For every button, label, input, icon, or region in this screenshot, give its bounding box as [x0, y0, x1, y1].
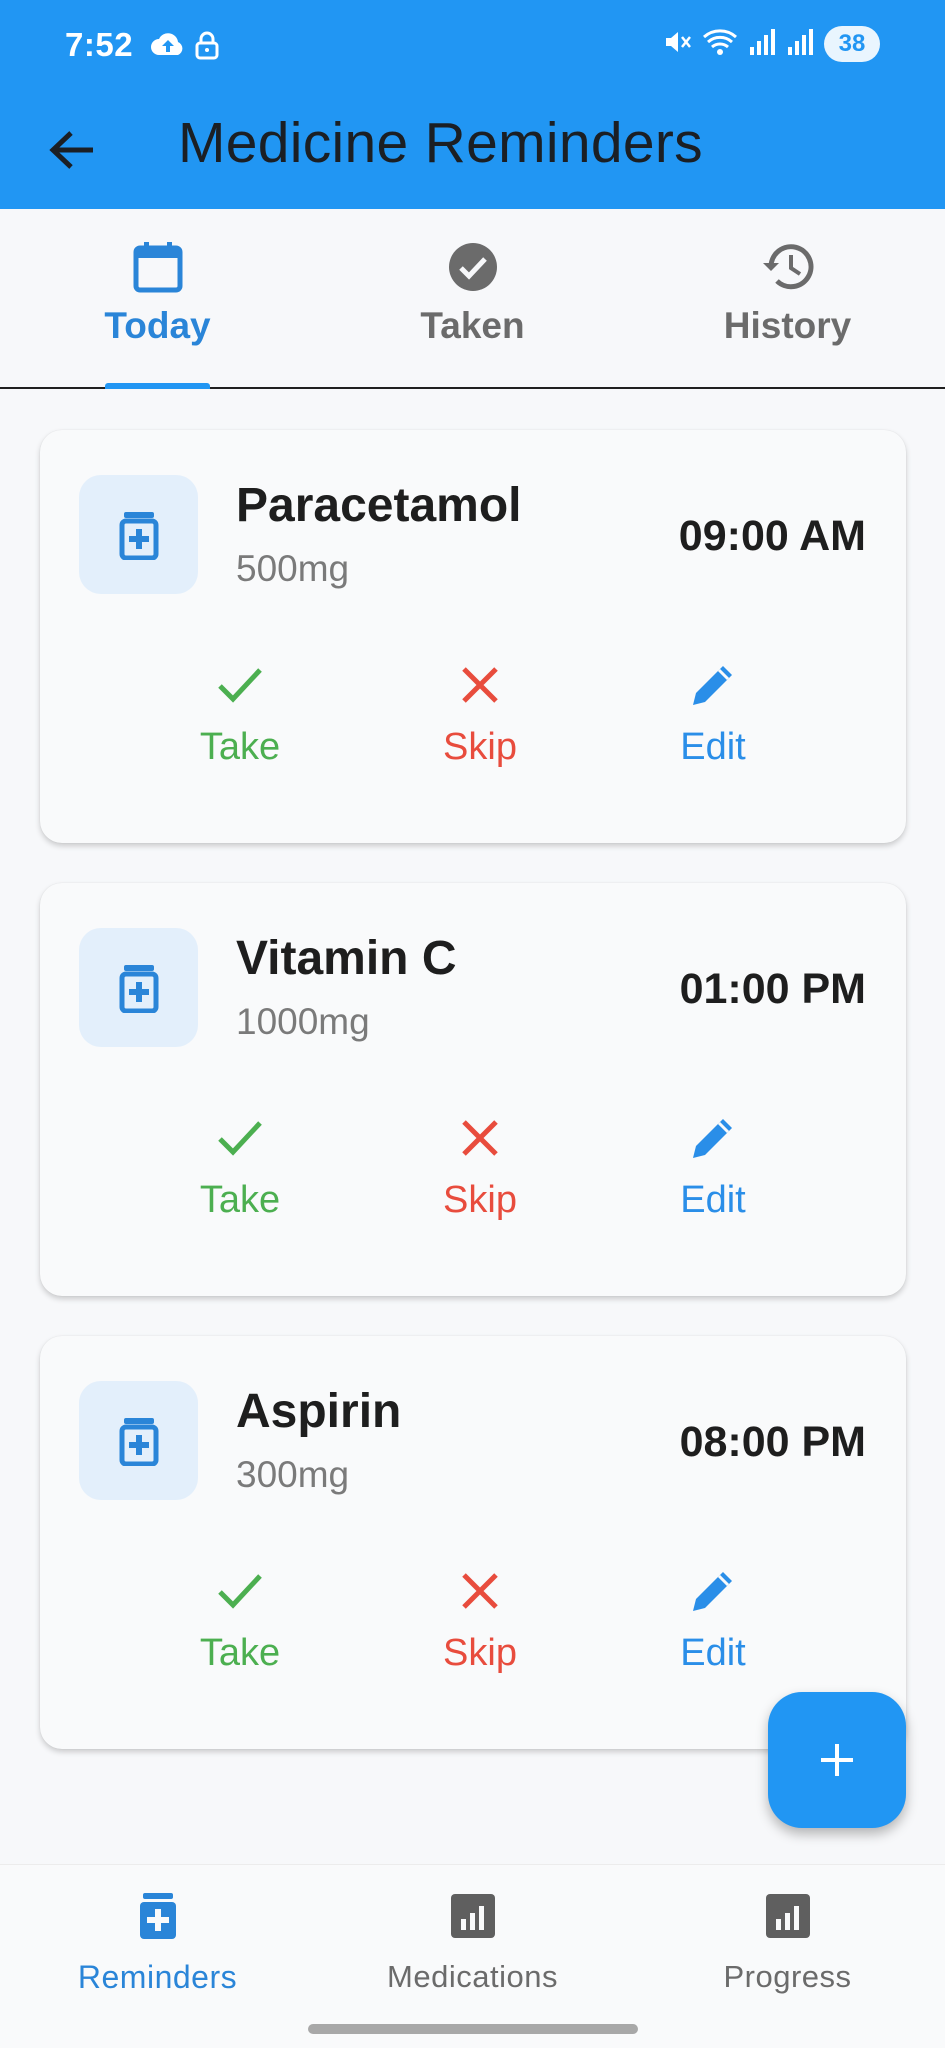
- nav-label: Progress: [723, 1959, 852, 1994]
- edit-label: Edit: [680, 1632, 746, 1674]
- medicine-name: Vitamin C: [236, 932, 457, 985]
- take-button[interactable]: Take: [155, 1566, 325, 1675]
- reminder-card[interactable]: Vitamin C 1000mg 01:00 PM Take Skip Edit: [40, 883, 906, 1296]
- nav-label: Medications: [387, 1959, 558, 1994]
- nav-item-medications[interactable]: Medications: [315, 1865, 630, 2025]
- tab-label: History: [723, 305, 852, 346]
- signal-icon: [748, 27, 776, 62]
- toolbar: Medicine Reminders: [0, 92, 945, 209]
- skip-label: Skip: [443, 1179, 517, 1221]
- skip-button[interactable]: Skip: [395, 1113, 565, 1222]
- reminder-time: 09:00 AM: [678, 512, 866, 560]
- status-right-icons: 38: [662, 26, 880, 62]
- back-button[interactable]: [36, 114, 108, 186]
- skip-label: Skip: [443, 726, 517, 768]
- medicine-name: Paracetamol: [236, 479, 522, 532]
- history-icon: [761, 239, 815, 295]
- skip-button[interactable]: Skip: [395, 660, 565, 769]
- plus-icon: [821, 1744, 853, 1776]
- reminder-time: 08:00 PM: [679, 1418, 866, 1466]
- pencil-icon: [689, 1113, 737, 1163]
- signal-icon: [786, 27, 814, 62]
- medicine-icon: [79, 928, 198, 1047]
- pencil-icon: [689, 660, 737, 710]
- battery-indicator: 38: [824, 26, 880, 62]
- medicine-icon: [138, 1891, 178, 1941]
- bar-chart-icon: [765, 1891, 811, 1941]
- tab-bar: Today Taken History: [0, 209, 945, 389]
- cloud-upload-icon: [150, 30, 186, 65]
- edit-button[interactable]: Edit: [628, 660, 798, 769]
- calendar-icon: [132, 239, 184, 295]
- wifi-icon: [702, 27, 738, 62]
- take-label: Take: [199, 1632, 281, 1674]
- take-button[interactable]: Take: [155, 1113, 325, 1222]
- tab-taken[interactable]: Taken: [315, 209, 630, 389]
- check-icon: [217, 1113, 263, 1163]
- medicine-dose: 500mg: [236, 548, 350, 589]
- tab-indicator: [105, 383, 210, 389]
- tab-label: Today: [104, 305, 211, 346]
- take-button[interactable]: Take: [155, 660, 325, 769]
- medicine-dose: 300mg: [236, 1454, 350, 1495]
- nav-label: Reminders: [77, 1959, 238, 1995]
- status-bar: 7:52 38: [0, 0, 945, 92]
- skip-button[interactable]: Skip: [395, 1566, 565, 1675]
- reminder-time: 01:00 PM: [679, 965, 866, 1013]
- medicine-name: Aspirin: [236, 1385, 402, 1438]
- tab-label: Taken: [420, 305, 525, 346]
- medicine-dose: 1000mg: [236, 1001, 370, 1042]
- pencil-icon: [689, 1566, 737, 1616]
- lock-icon: [194, 30, 220, 65]
- page-title: Medicine Reminders: [178, 111, 703, 175]
- take-label: Take: [199, 726, 281, 768]
- reminder-card[interactable]: Aspirin 300mg 08:00 PM Take Skip Edit: [40, 1336, 906, 1749]
- status-left-icons: [150, 30, 220, 65]
- medicine-icon: [79, 1381, 198, 1500]
- mute-icon: [662, 27, 692, 62]
- edit-button[interactable]: Edit: [628, 1566, 798, 1675]
- tab-today[interactable]: Today: [0, 209, 315, 389]
- medicine-icon: [79, 475, 198, 594]
- take-label: Take: [199, 1179, 281, 1221]
- close-icon: [460, 1566, 500, 1616]
- edit-label: Edit: [680, 1179, 746, 1221]
- app-bar: 7:52 38 Medicine Reminders: [0, 0, 945, 209]
- home-indicator[interactable]: [308, 2024, 638, 2034]
- check-icon: [217, 1566, 263, 1616]
- edit-label: Edit: [680, 726, 746, 768]
- nav-item-reminders[interactable]: Reminders: [0, 1865, 315, 2025]
- bar-chart-icon: [450, 1891, 496, 1941]
- close-icon: [460, 1113, 500, 1163]
- check-circle-icon: [447, 239, 499, 295]
- tab-history[interactable]: History: [630, 209, 945, 389]
- add-reminder-button[interactable]: [768, 1692, 906, 1828]
- close-icon: [460, 660, 500, 710]
- reminder-card[interactable]: Paracetamol 500mg 09:00 AM Take Skip Edi…: [40, 430, 906, 843]
- check-icon: [217, 660, 263, 710]
- bottom-navigation: Reminders Medications Progress: [0, 1864, 945, 2048]
- nav-item-progress[interactable]: Progress: [630, 1865, 945, 2025]
- edit-button[interactable]: Edit: [628, 1113, 798, 1222]
- arrow-back-icon: [49, 131, 93, 169]
- status-time: 7:52: [65, 26, 134, 63]
- skip-label: Skip: [443, 1632, 517, 1674]
